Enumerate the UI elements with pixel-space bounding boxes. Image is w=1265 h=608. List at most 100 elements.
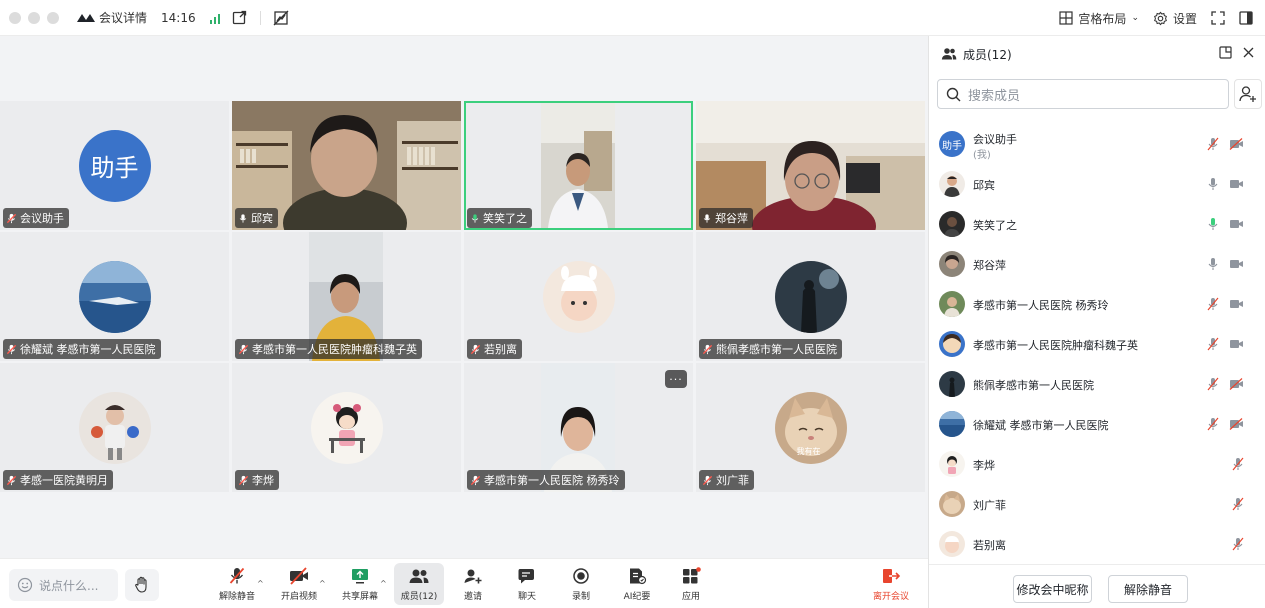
member-name: 郑谷萍: [973, 259, 1006, 272]
name-tag: 孝感一医院黄明月: [3, 470, 113, 490]
mic-muted-icon: [238, 475, 249, 485]
camera-icon[interactable]: [1229, 258, 1244, 270]
mic-muted-icon[interactable]: [1207, 417, 1219, 431]
close-icon[interactable]: [1242, 46, 1255, 59]
camera-icon[interactable]: [1229, 178, 1244, 190]
mic-speaking-icon[interactable]: [1207, 217, 1219, 231]
audio-options-caret[interactable]: ^: [257, 579, 264, 588]
member-search-input[interactable]: 搜索成员: [937, 79, 1229, 109]
mic-muted-icon[interactable]: [1232, 537, 1244, 551]
share-link-icon[interactable]: [232, 10, 248, 26]
camera-off-icon[interactable]: [1229, 138, 1244, 150]
unmute-button[interactable]: 解除静音: [212, 563, 262, 605]
pop-out-icon[interactable]: [1219, 46, 1232, 59]
member-name: 若别离: [973, 539, 1006, 552]
camera-icon[interactable]: [1229, 298, 1244, 310]
camera-icon[interactable]: [1229, 218, 1244, 230]
mic-muted-icon: [470, 344, 481, 354]
chat-button[interactable]: 聊天: [502, 563, 552, 605]
ai-notes-button[interactable]: AI纪要: [612, 563, 662, 605]
reaction-input[interactable]: 说点什么...: [9, 569, 118, 601]
video-tile-ruobieli[interactable]: 若别离: [464, 232, 693, 361]
apps-button[interactable]: 应用: [666, 563, 716, 605]
member-row[interactable]: 熊佩孝感市第一人民医院: [929, 364, 1265, 404]
member-row[interactable]: 若别离: [929, 524, 1265, 564]
video-tile-liuguangfei[interactable]: 我有在 刘广菲: [696, 363, 925, 492]
video-tile-xiaoxiao-speaking[interactable]: 笑笑了之: [464, 101, 693, 230]
mic-icon[interactable]: [1207, 177, 1219, 191]
invite-button[interactable]: 邀请: [448, 563, 498, 605]
video-options-caret[interactable]: ^: [319, 579, 326, 588]
raise-hand-button[interactable]: [125, 569, 159, 601]
share-screen-button[interactable]: 共享屏幕: [335, 563, 385, 605]
name-tag: 徐耀斌 孝感市第一人民医院: [3, 339, 161, 359]
whiteboard-off-icon[interactable]: [273, 10, 289, 26]
title-bar: 会议详情 14:16 宫格布局 ⌄ 设置: [0, 0, 1265, 36]
member-row[interactable]: 刘广菲: [929, 484, 1265, 524]
camera-off-icon[interactable]: [1229, 378, 1244, 390]
member-row[interactable]: 孝感市第一人民医院 杨秀玲: [929, 284, 1265, 324]
member-avatar: [939, 411, 965, 437]
member-name: 孝感市第一人民医院肿瘤科魏子英: [973, 339, 1138, 352]
mic-muted-icon[interactable]: [1207, 377, 1219, 391]
mic-muted-icon[interactable]: [1207, 297, 1219, 311]
chevron-down-icon: ⌄: [1131, 13, 1139, 23]
member-row[interactable]: 李烨: [929, 444, 1265, 484]
member-row[interactable]: 笑笑了之: [929, 204, 1265, 244]
search-icon: [946, 87, 961, 101]
video-tile-qiubin[interactable]: 邱宾: [232, 101, 461, 230]
fullscreen-icon[interactable]: [1211, 11, 1225, 25]
leave-meeting-button[interactable]: 离开会议: [864, 563, 918, 605]
add-person-icon: [1239, 86, 1256, 102]
mic-muted-icon[interactable]: [1232, 457, 1244, 471]
participant-name: 若别离: [484, 343, 517, 356]
unmute-self-button[interactable]: 解除静音: [1108, 575, 1188, 603]
mic-icon[interactable]: [1207, 257, 1219, 271]
video-tile-xuyaobin[interactable]: 徐耀斌 孝感市第一人民医院: [0, 232, 229, 361]
members-icon: [409, 569, 429, 583]
members-panel-header: 成员(12): [929, 36, 1265, 72]
layout-dropdown[interactable]: 宫格布局 ⌄: [1059, 10, 1139, 27]
minimize-window-button[interactable]: [28, 11, 40, 24]
member-avatar: [939, 331, 965, 357]
mic-icon: [703, 213, 711, 223]
reaction-placeholder: 说点什么...: [39, 578, 99, 593]
leave-label: 离开会议: [872, 592, 909, 602]
close-window-button[interactable]: [9, 11, 21, 24]
meeting-details-link[interactable]: 会议详情: [99, 9, 147, 26]
rename-in-meeting-button[interactable]: 修改会中昵称: [1013, 575, 1092, 603]
settings-button[interactable]: 设置: [1153, 10, 1197, 27]
name-tag: 郑谷萍: [699, 208, 753, 228]
member-row[interactable]: 助手 会议助手 (我): [929, 124, 1265, 164]
member-row[interactable]: 孝感市第一人民医院肿瘤科魏子英: [929, 324, 1265, 364]
video-tile-xiongpei[interactable]: 熊佩孝感市第一人民医院: [696, 232, 925, 361]
video-tile-zhenggupping[interactable]: 郑谷萍: [696, 101, 925, 230]
raise-hand-icon: [135, 576, 147, 593]
video-tile-liye[interactable]: 李烨: [232, 363, 461, 492]
camera-off-icon[interactable]: [1229, 418, 1244, 430]
video-grid: 助手 会议助手 邱宾 笑笑了之 郑谷萍 徐耀斌 孝感市第一人民医院 孝感市第一人…: [0, 36, 928, 558]
meeting-toolbar: 说点什么... 解除静音 ^ 开启视频 ^ 共享屏幕 ^ 成员(12) 邀请 聊…: [0, 558, 928, 608]
start-video-button[interactable]: 开启视频: [274, 563, 324, 605]
zoom-window-button[interactable]: [47, 11, 59, 24]
video-tile-huangmingyue[interactable]: 孝感一医院黄明月: [0, 363, 229, 492]
member-search-placeholder: 搜索成员: [968, 88, 1021, 104]
share-options-caret[interactable]: ^: [380, 579, 387, 588]
mic-muted-icon[interactable]: [1207, 137, 1219, 151]
member-row[interactable]: 郑谷萍: [929, 244, 1265, 284]
add-member-button[interactable]: [1234, 79, 1262, 109]
sidebar-toggle-icon[interactable]: [1239, 11, 1253, 25]
record-button[interactable]: 录制: [556, 563, 606, 605]
video-tile-weiziying[interactable]: 孝感市第一人民医院肿瘤科魏子英: [232, 232, 461, 361]
video-tile-yangxiuling[interactable]: ··· 孝感市第一人民医院 杨秀玲: [464, 363, 693, 492]
camera-icon[interactable]: [1229, 338, 1244, 350]
member-row[interactable]: 徐耀斌 孝感市第一人民医院: [929, 404, 1265, 444]
network-signal-icon[interactable]: [209, 12, 220, 24]
members-button[interactable]: 成员(12): [394, 563, 444, 605]
member-row[interactable]: 邱宾: [929, 164, 1265, 204]
video-tile-assistant[interactable]: 助手 会议助手: [0, 101, 229, 230]
more-options-button[interactable]: ···: [665, 370, 687, 388]
mic-muted-icon: [238, 344, 249, 354]
mic-muted-icon[interactable]: [1232, 497, 1244, 511]
mic-muted-icon[interactable]: [1207, 337, 1219, 351]
